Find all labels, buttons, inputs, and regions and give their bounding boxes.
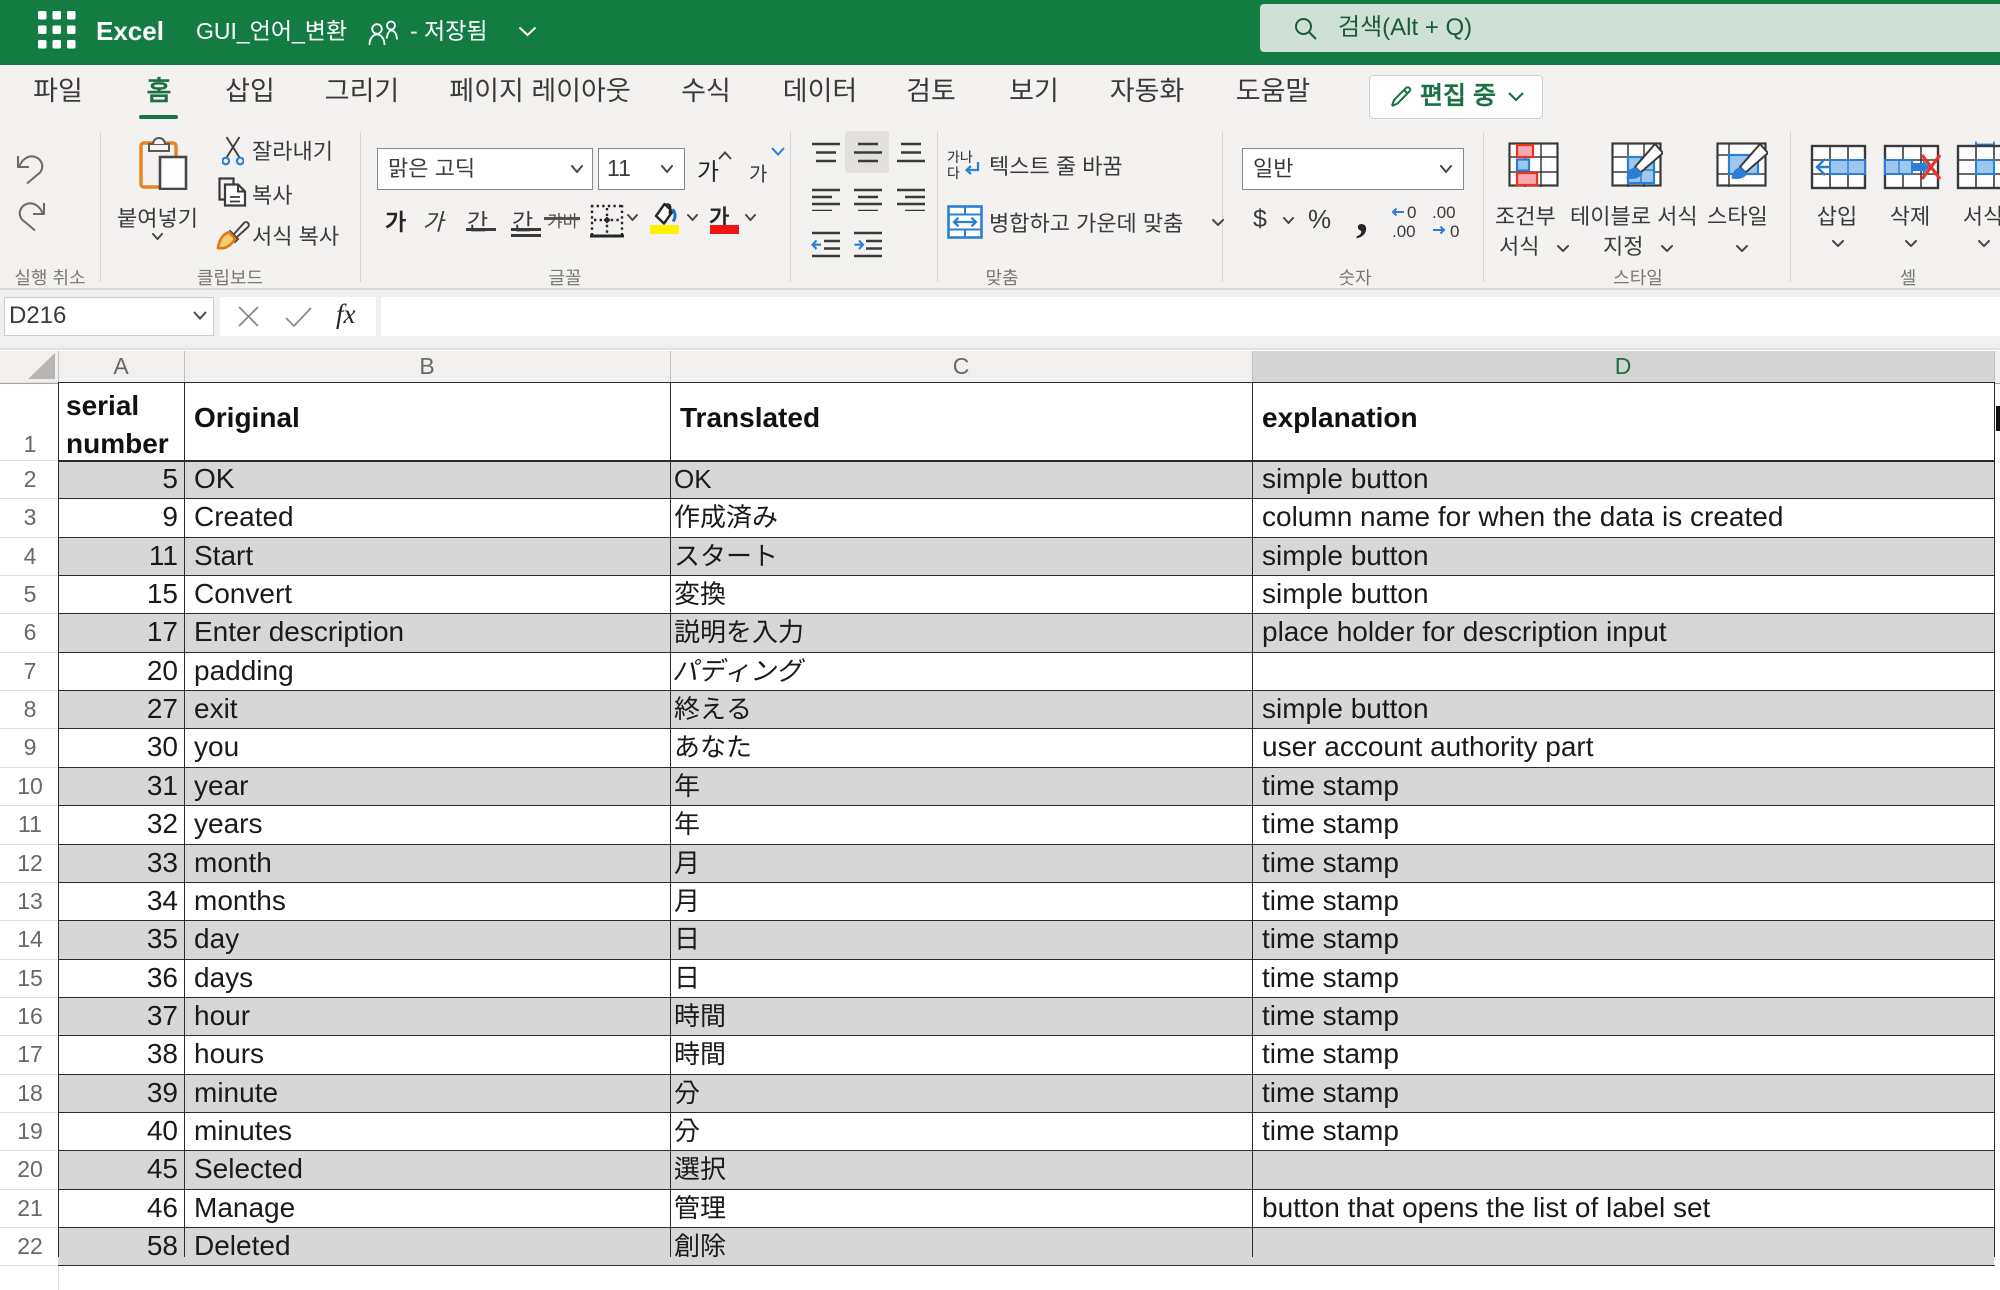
svg-text:.00: .00 xyxy=(1432,204,1456,222)
svg-text:다: 다 xyxy=(947,163,960,183)
svg-text:0: 0 xyxy=(1407,204,1416,222)
svg-text:0: 0 xyxy=(1450,222,1459,240)
svg-text:.00: .00 xyxy=(1392,222,1416,240)
